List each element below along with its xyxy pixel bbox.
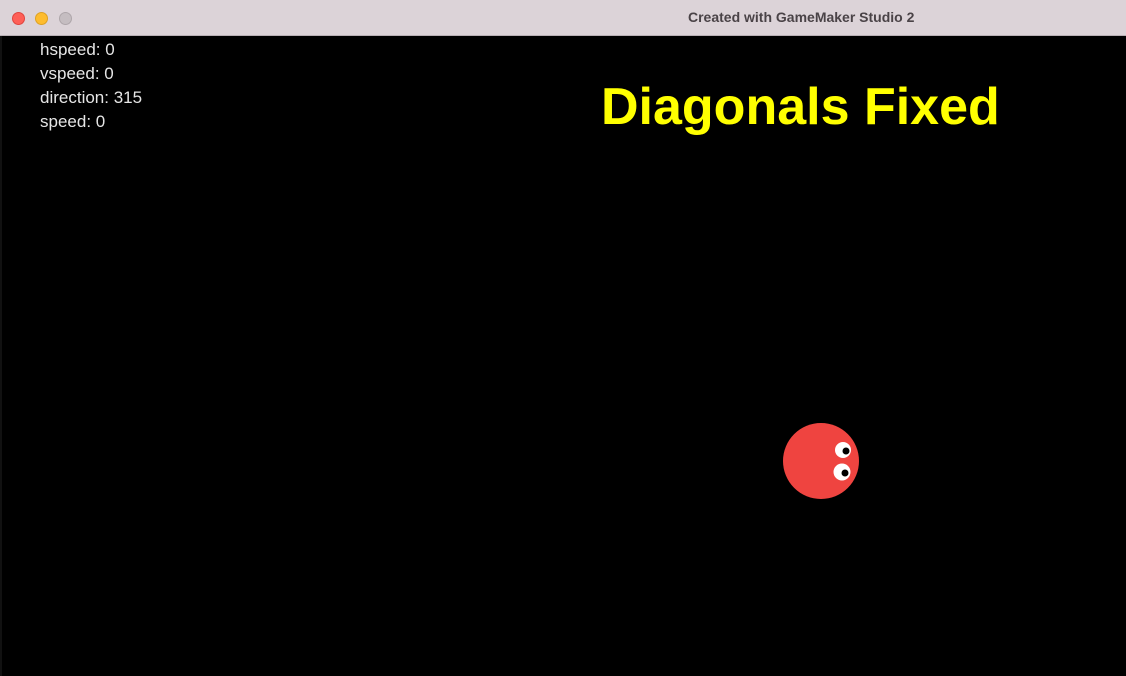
game-window: Created with GameMaker Studio 2 hspeed: … [0,0,1126,676]
minimize-window-button[interactable] [35,12,48,25]
debug-overlay: hspeed: 0 vspeed: 0 direction: 315 speed… [40,38,142,134]
character-pupil-bottom [841,469,849,477]
hspeed-readout: hspeed: 0 [40,40,115,59]
close-window-button[interactable] [12,12,25,25]
headline-text: Diagonals Fixed [601,78,1000,136]
title-bar[interactable]: Created with GameMaker Studio 2 [0,0,1126,36]
window-edge [0,36,2,676]
red-ball-character-icon [783,423,859,499]
window-title: Created with GameMaker Studio 2 [688,9,915,25]
zoom-window-button[interactable] [59,12,72,25]
direction-readout: direction: 315 [40,88,143,107]
vspeed-readout: vspeed: 0 [40,64,114,83]
speed-readout: speed: 0 [40,112,106,131]
character-body [783,423,859,499]
character-pupil-top [842,447,850,455]
